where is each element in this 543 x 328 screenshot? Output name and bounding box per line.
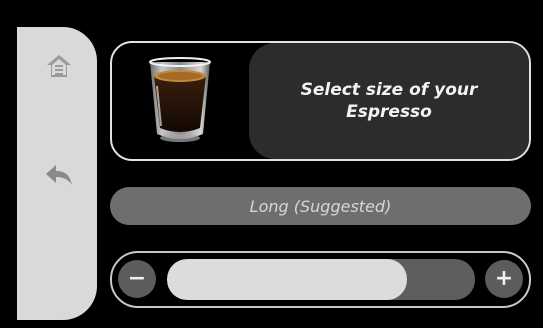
size-slider-track[interactable] [167, 259, 475, 300]
increase-size-button[interactable]: + [485, 260, 523, 298]
decrease-size-button[interactable]: − [118, 260, 156, 298]
info-card: Select size of your Espresso [110, 41, 531, 161]
sidebar [17, 27, 97, 320]
home-button[interactable] [44, 51, 74, 81]
message-panel: Select size of your Espresso [249, 43, 529, 159]
espresso-cup-area [112, 43, 248, 159]
home-icon [47, 55, 71, 77]
size-label: Long (Suggested) [110, 187, 531, 225]
espresso-cup-icon [149, 57, 211, 142]
back-button[interactable] [44, 160, 74, 190]
size-slider: − + [110, 251, 531, 308]
back-arrow-icon [46, 165, 72, 185]
size-slider-fill[interactable] [167, 259, 408, 300]
prompt-text: Select size of your Espresso [300, 80, 478, 122]
